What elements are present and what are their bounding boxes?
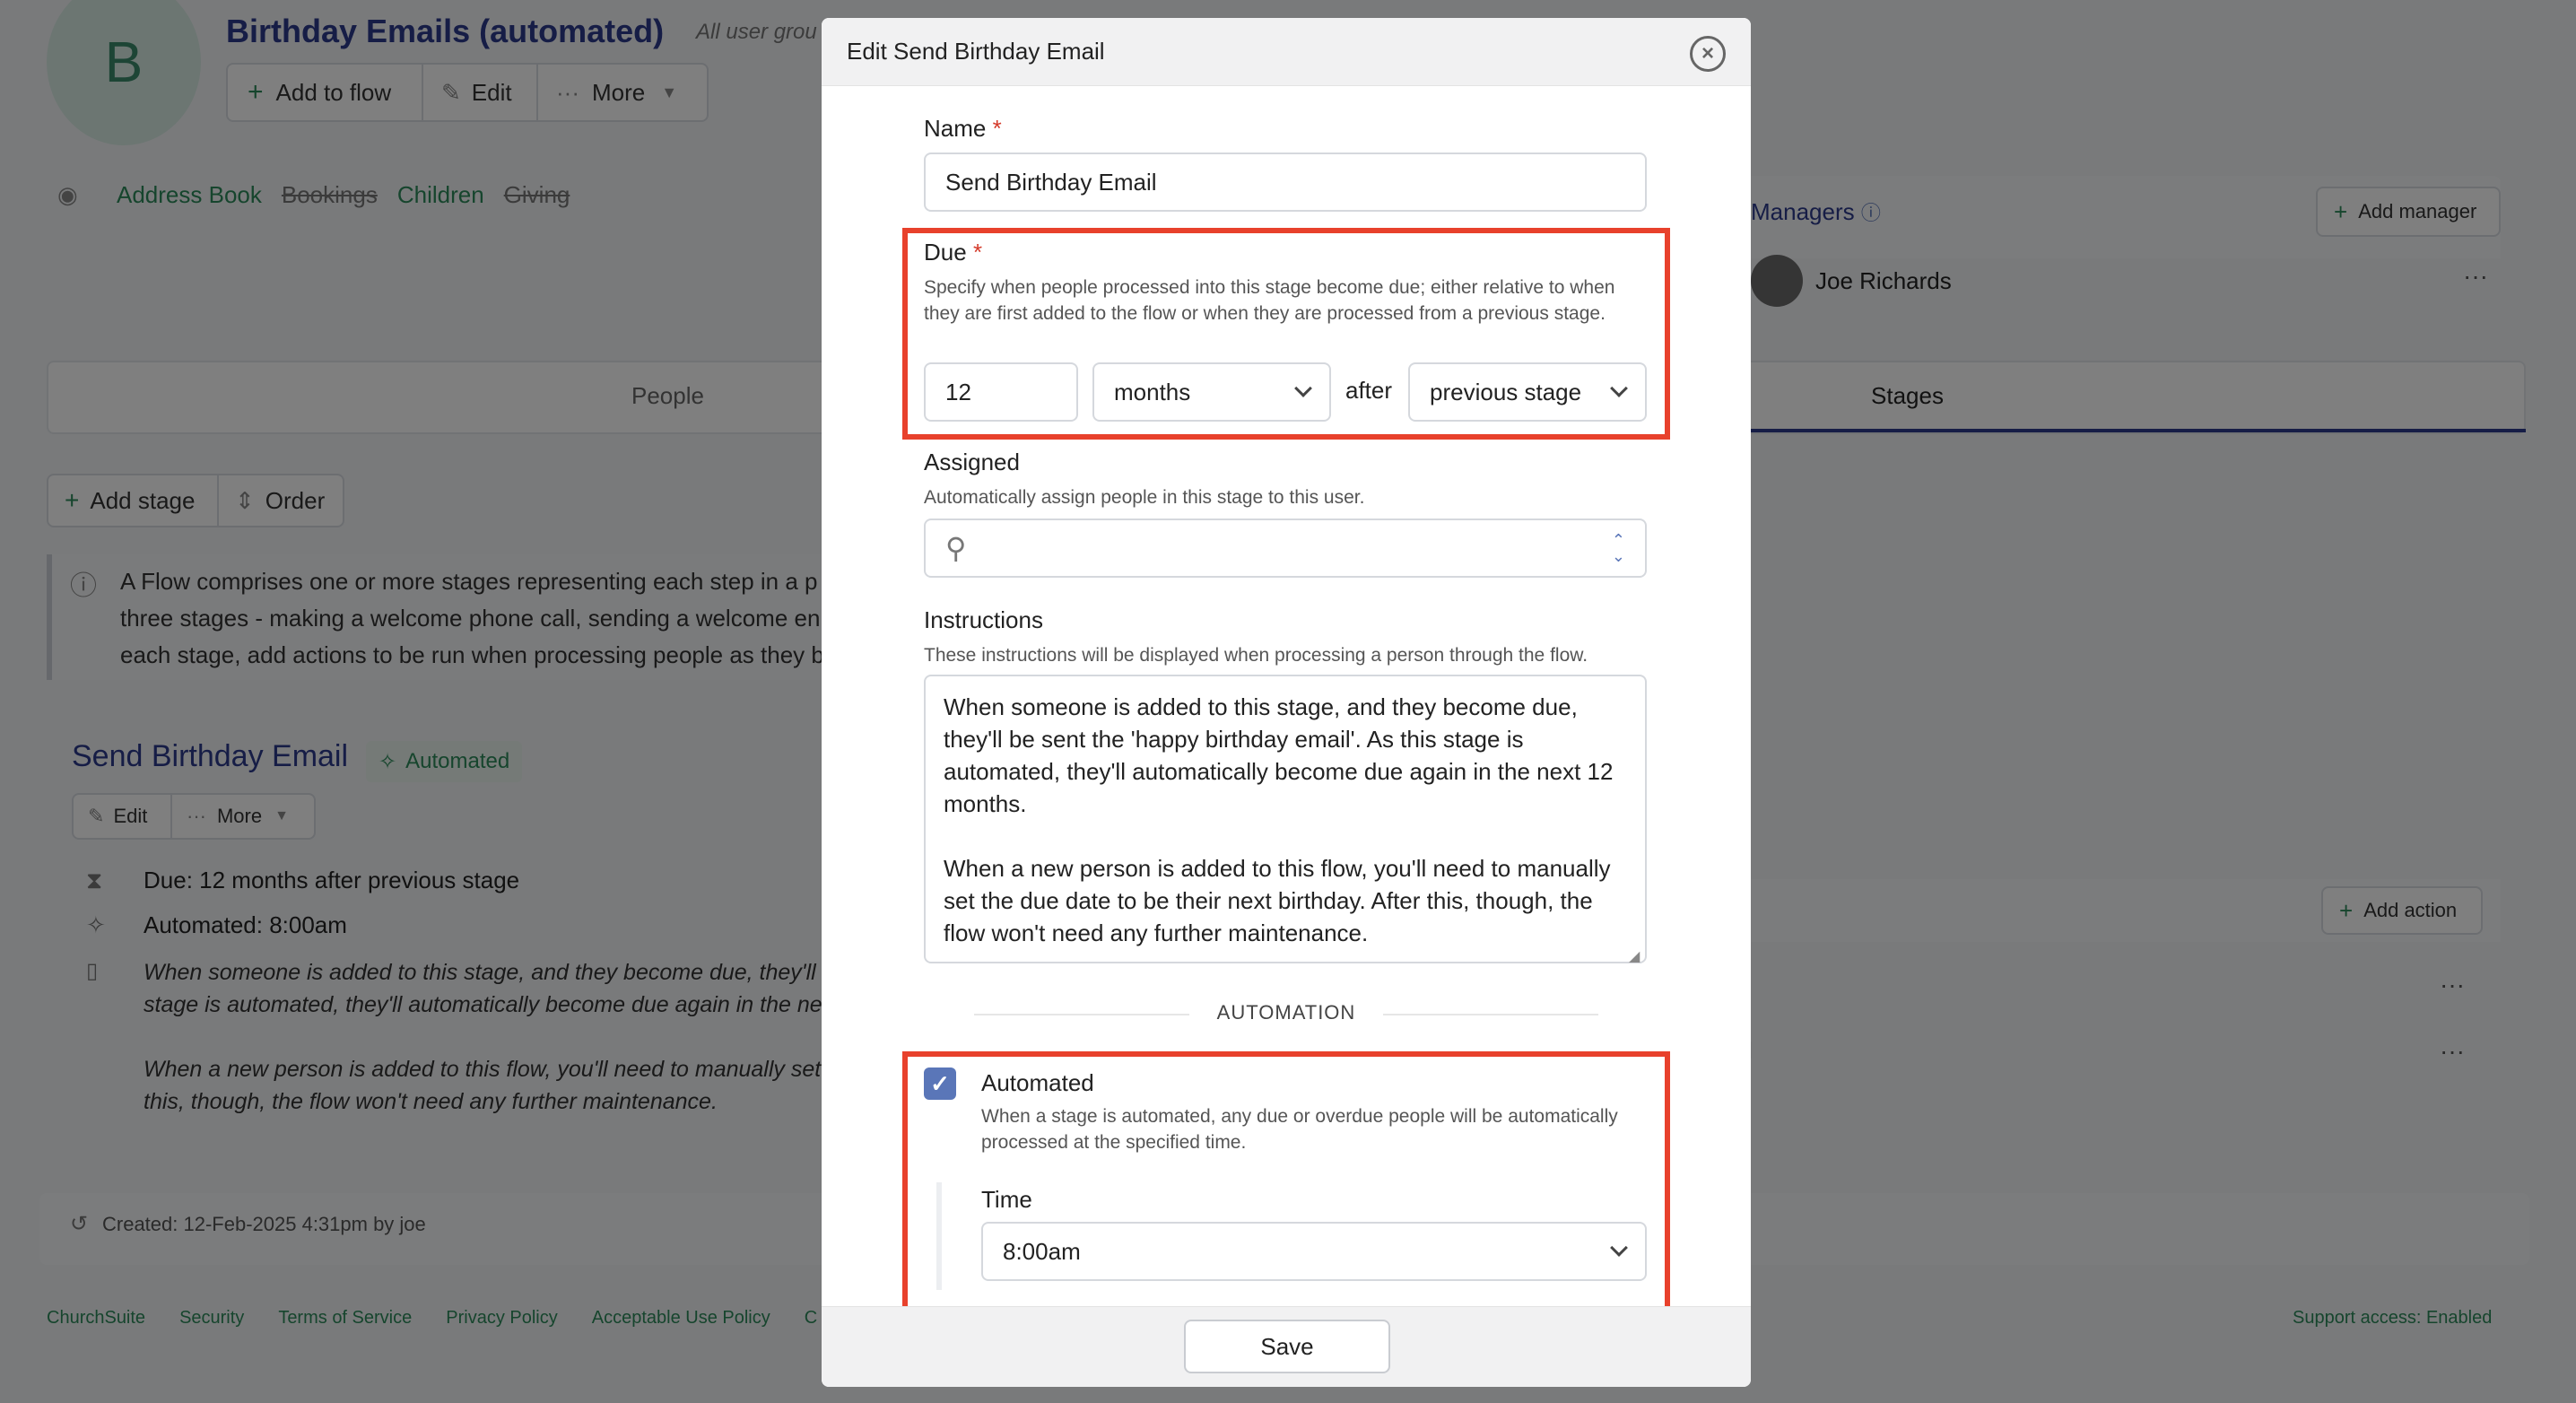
chevron-down-icon xyxy=(1294,379,1312,397)
chevron-down-icon xyxy=(1610,379,1628,397)
automation-divider-right xyxy=(1383,1014,1598,1015)
due-relative-select[interactable]: previous stage xyxy=(1408,362,1647,422)
time-label: Time xyxy=(981,1186,1032,1213)
automated-help: When a stage is automated, any due or ov… xyxy=(981,1106,1618,1153)
automation-heading: AUTOMATION xyxy=(1216,1001,1356,1024)
automated-checkbox[interactable]: ✓ xyxy=(924,1068,956,1100)
edit-stage-modal: Edit Send Birthday Email × Name * Send B… xyxy=(822,18,1751,1387)
due-amount-input[interactable]: 12 xyxy=(924,362,1078,422)
due-label: Due * xyxy=(924,239,983,266)
time-indent-rule xyxy=(936,1182,942,1290)
instructions-label: Instructions xyxy=(924,606,1043,633)
instructions-textarea[interactable]: When someone is added to this stage, and… xyxy=(924,675,1647,963)
instructions-help: These instructions will be displayed whe… xyxy=(924,645,1588,666)
search-icon: ⚲ xyxy=(945,532,967,564)
time-select[interactable]: 8:00am xyxy=(981,1222,1647,1281)
modal-title: Edit Send Birthday Email xyxy=(847,38,1105,65)
close-icon[interactable]: × xyxy=(1690,36,1726,72)
assigned-search-input[interactable]: ⚲ ⌃ ⌄ xyxy=(924,518,1647,578)
name-label: Name * xyxy=(924,115,1002,142)
resize-handle-icon[interactable]: ◢ xyxy=(1629,947,1640,965)
chevron-down-icon xyxy=(1610,1239,1628,1257)
select-arrows-icon: ⌃ ⌄ xyxy=(1611,531,1625,565)
assigned-label: Assigned xyxy=(924,449,1020,475)
assigned-help: Automatically assign people in this stag… xyxy=(924,487,1365,508)
automated-label: Automated xyxy=(981,1069,1094,1096)
due-help: Specify when people processed into this … xyxy=(924,277,1615,324)
due-unit-select[interactable]: months xyxy=(1092,362,1331,422)
due-after-label: after xyxy=(1345,377,1393,404)
modal-footer: Save xyxy=(822,1306,1751,1387)
save-button[interactable]: Save xyxy=(1184,1320,1390,1373)
modal-header: Edit Send Birthday Email × xyxy=(822,18,1751,86)
name-input[interactable]: Send Birthday Email xyxy=(924,152,1647,212)
checkmark-icon: ✓ xyxy=(930,1069,950,1097)
